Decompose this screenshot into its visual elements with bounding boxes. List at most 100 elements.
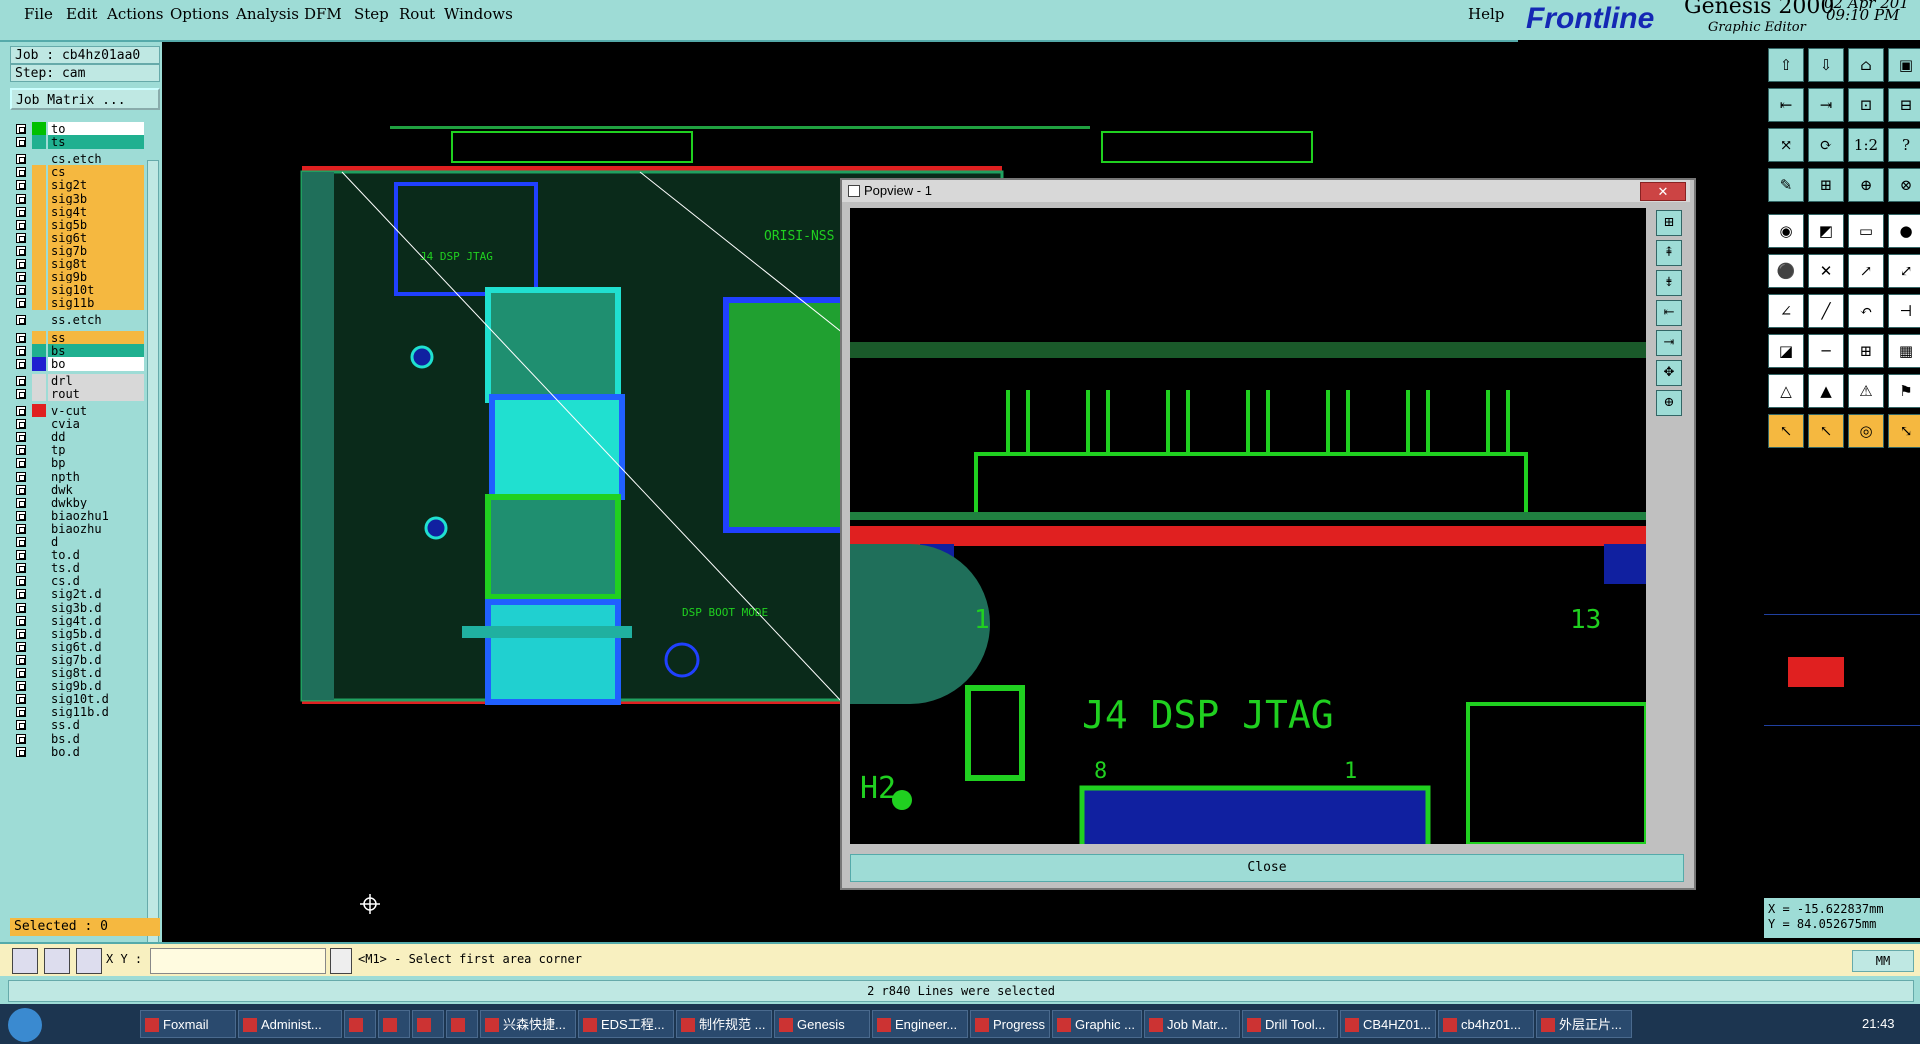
layer-checkbox[interactable] [16,746,26,757]
layer-name[interactable]: ss.etch [48,313,144,328]
menu-help[interactable]: Help [1468,5,1504,23]
menu-windows[interactable]: Windows [444,5,513,23]
layer-name[interactable]: sig2t.d [48,587,144,602]
layer-checkbox[interactable] [16,628,26,639]
taskbar-item[interactable] [378,1010,410,1038]
layer-name[interactable]: dwk [48,482,144,497]
layer-checkbox[interactable] [16,471,26,482]
palette-tool-icon[interactable]: ⇥ [1808,88,1844,122]
palette-tool-icon[interactable]: ? [1888,128,1920,162]
palette-tool-icon[interactable]: △ [1768,374,1804,408]
taskbar-item[interactable] [412,1010,444,1038]
layer-checkbox[interactable] [16,298,26,309]
layer-checkbox[interactable] [16,285,26,296]
taskbar-item[interactable]: Progress [970,1010,1050,1038]
palette-tool-icon[interactable]: ╱ [1808,294,1844,328]
layer-name[interactable]: npth [48,469,144,484]
taskbar-item[interactable]: 外层正片... [1536,1010,1632,1038]
layer-checkbox[interactable] [16,167,26,178]
menu-rout[interactable]: Rout [399,5,435,23]
layer-checkbox[interactable] [16,137,26,148]
mini-map[interactable] [1764,614,1920,726]
palette-tool-icon[interactable]: ↖ [1768,414,1804,448]
layer-checkbox[interactable] [16,576,26,587]
popview-close-icon[interactable]: ✕ [1640,182,1686,201]
palette-tool-icon[interactable]: ⟳ [1808,128,1844,162]
layer-name[interactable]: sig8t.d [48,666,144,680]
palette-tool-icon[interactable]: ⊡ [1848,88,1884,122]
taskbar-item[interactable]: cb4hz01... [1438,1010,1534,1038]
taskbar-item[interactable]: Job Matr... [1144,1010,1240,1038]
palette-tool-icon[interactable]: ⤢ [1888,254,1920,288]
popview-fit-icon[interactable]: ✥ [1656,360,1682,386]
start-button-icon[interactable] [8,1008,42,1042]
xy-input[interactable] [150,948,326,974]
layer-checkbox[interactable] [16,484,26,495]
palette-tool-icon[interactable]: ⚑ [1888,374,1920,408]
menu-options[interactable]: Options [170,5,229,23]
layer-name[interactable]: sig10t [48,283,144,298]
layer-name[interactable]: bs [48,343,144,358]
layer-name[interactable]: cs [48,165,144,180]
palette-tool-icon[interactable]: ▲ [1808,374,1844,408]
palette-tool-icon[interactable]: ◉ [1768,214,1804,248]
popview-zoom-in-icon[interactable]: ⇞ [1656,240,1682,266]
palette-tool-icon[interactable]: ⊞ [1808,168,1844,202]
layer-checkbox[interactable] [16,259,26,269]
layer-name[interactable]: bp [48,456,144,471]
layer-checkbox[interactable] [16,720,26,731]
layer-name[interactable]: tp [48,443,144,458]
layer-name[interactable]: sig11b [48,296,144,311]
layer-checkbox[interactable] [16,219,26,230]
job-matrix-button[interactable]: Job Matrix ... [10,88,160,110]
popview-titlebar[interactable]: Popview - 1 ✕ [842,180,1690,202]
layer-checkbox[interactable] [16,345,26,356]
info-icon[interactable] [330,948,352,974]
menu-analysis[interactable]: Analysis [236,5,299,23]
taskbar-item[interactable]: Genesis [774,1010,870,1038]
taskbar-item[interactable]: 制作规范 ... [676,1010,772,1038]
layer-checkbox[interactable] [16,707,26,718]
layer-name[interactable]: sig6t [48,230,144,245]
layer-checkbox[interactable] [16,245,26,256]
popview-canvas[interactable]: 1 13 J4 DSP JTAG 8 1 H2 [850,208,1646,844]
layer-checkbox[interactable] [16,154,26,165]
palette-tool-icon[interactable]: ✕ [1808,254,1844,288]
layer-name[interactable]: dd [48,430,144,445]
palette-tool-icon[interactable]: ⤡ [1888,414,1920,448]
layer-checkbox[interactable] [16,458,26,469]
layer-name[interactable]: ss [48,330,144,345]
layer-name[interactable]: sig9b.d [48,679,144,694]
layer-name[interactable]: rout [48,386,144,401]
layer-checkbox[interactable] [16,550,26,561]
layer-checkbox[interactable] [16,523,26,534]
layer-checkbox[interactable] [16,654,26,665]
layer-checkbox[interactable] [16,358,26,369]
layer-name[interactable]: biaozhu1 [48,508,144,523]
layer-name[interactable]: cs.d [48,574,144,589]
layer-checkbox[interactable] [16,641,26,652]
palette-tool-icon[interactable]: ⇩ [1808,48,1844,82]
layer-name[interactable]: sig4t [48,204,144,219]
palette-tool-icon[interactable]: ⊗ [1888,168,1920,202]
taskbar-item[interactable]: Administ... [238,1010,342,1038]
layer-name[interactable]: sig3b.d [48,600,144,615]
palette-tool-icon[interactable]: ▭ [1848,214,1884,248]
menu-dfm[interactable]: DFM [304,5,342,23]
layer-name[interactable]: v-cut [48,404,144,418]
layer-name[interactable]: biaozhu [48,521,144,536]
taskbar-item[interactable]: Graphic ... [1052,1010,1142,1038]
popview-center-icon[interactable]: ⊕ [1656,390,1682,416]
layer-checkbox[interactable] [16,124,26,134]
palette-tool-icon[interactable]: ● [1888,214,1920,248]
units-toggle[interactable]: MM [1852,950,1914,972]
palette-tool-icon[interactable]: 1:2 [1848,128,1884,162]
layer-checkbox[interactable] [16,668,26,678]
layer-checkbox[interactable] [16,602,26,613]
measure-tool-icon[interactable] [44,948,70,974]
layer-checkbox[interactable] [16,375,26,386]
layer-name[interactable]: sig7b [48,243,144,258]
layer-checkbox[interactable] [16,406,26,416]
palette-tool-icon[interactable]: ─ [1808,334,1844,368]
layer-checkbox[interactable] [16,733,26,744]
